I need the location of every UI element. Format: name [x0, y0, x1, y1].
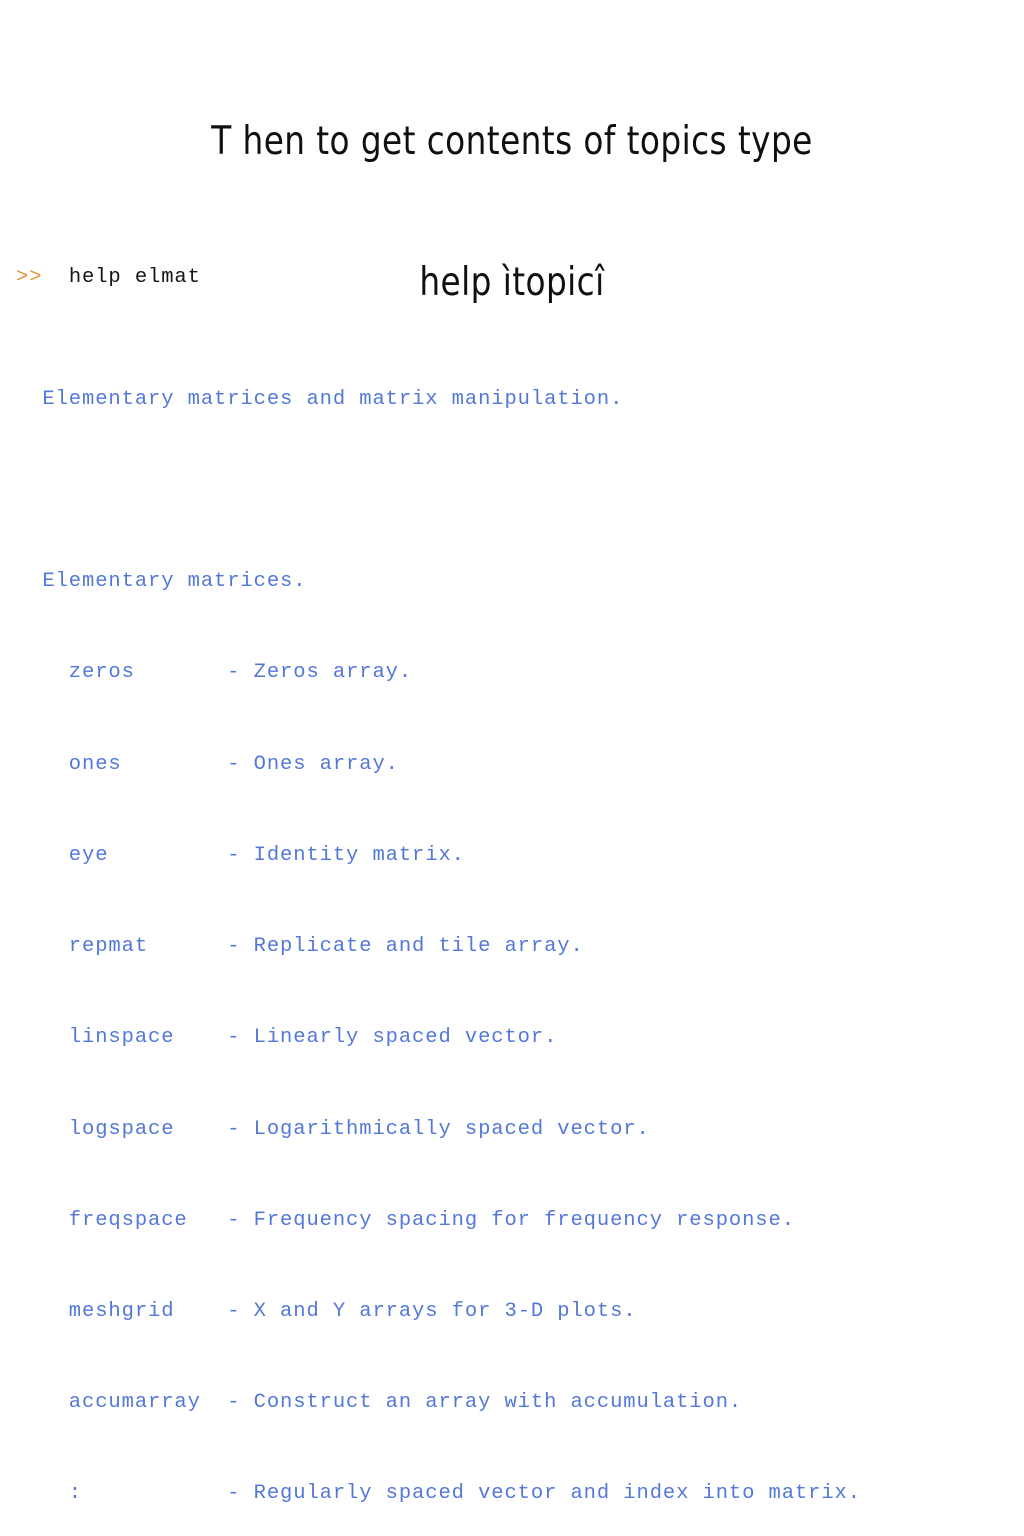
terminal-entry-colon: : - Regularly spaced vector and index in…	[16, 1482, 861, 1506]
terminal-output-summary: Elementary matrices and matrix manipulat…	[16, 387, 624, 411]
terminal-entry-freqspace: freqspace - Frequency spacing for freque…	[16, 1208, 795, 1232]
terminal-entry-repmat: repmat - Replicate and tile array.	[16, 935, 584, 959]
terminal-entry-zeros: zeros - Zeros array.	[16, 661, 413, 685]
terminal-entry-ones: ones - Ones array.	[16, 752, 399, 776]
terminal-command-line: >> help elmat	[16, 263, 1016, 293]
command-value: help elmat	[68, 266, 201, 290]
terminal-entry-linspace: linspace - Linearly spaced vector.	[16, 1026, 558, 1050]
terminal-section-heading-elementary-matrices: Elementary matrices.	[16, 570, 307, 594]
terminal-entry-logspace: logspace - Logarithmically spaced vector…	[16, 1117, 650, 1141]
title-line-1: T hen to get contents of topics type	[211, 119, 813, 164]
matlab-terminal-transcript: >> help elmat Elementary matrices and ma…	[16, 172, 1016, 1536]
terminal-entry-meshgrid: meshgrid - X and Y arrays for 3-D plots.	[16, 1300, 637, 1324]
terminal-entry-accumarray: accumarray - Construct an array with acc…	[16, 1391, 743, 1415]
terminal-command-text: help elmat	[42, 266, 200, 289]
prompt-symbol: >>	[16, 266, 43, 290]
terminal-entry-eye: eye - Identity matrix.	[16, 843, 465, 867]
terminal-blank-line-1	[16, 476, 1016, 506]
